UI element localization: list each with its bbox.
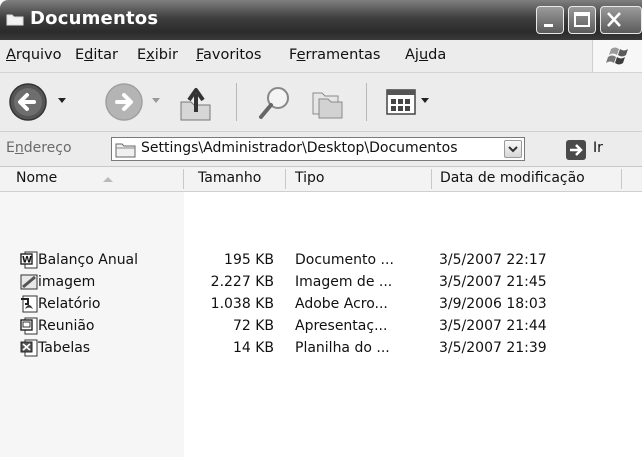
file-name: imagem (38, 274, 96, 290)
maximize-icon (574, 12, 590, 27)
file-row[interactable]: W Balanço Anual 195 KB Documento ... 3/5… (0, 250, 642, 272)
file-modified: 3/9/2006 18:03 (439, 296, 547, 312)
file-size: 72 KB (232, 318, 274, 334)
file-modified: 3/5/2007 21:45 (439, 274, 547, 290)
back-dropdown-icon[interactable] (58, 98, 68, 106)
menu-ferramentas[interactable]: Ferramentas (289, 47, 380, 63)
close-button[interactable] (600, 6, 642, 34)
list-header: Nome Tamanho Tipo Data de modificação (0, 167, 642, 192)
windows-logo (592, 40, 642, 72)
address-value: Settings\Administrador\Desktop\Documento… (141, 140, 458, 156)
file-row[interactable]: Reunião 72 KB Apresentaç... 3/5/2007 21:… (0, 316, 642, 338)
pdf-file-icon (21, 295, 38, 313)
menu-bar: Arquivo Editar Exibir Favoritos Ferramen… (0, 40, 642, 73)
menu-exibir[interactable]: Exibir (137, 47, 178, 63)
title-bar[interactable]: Documentos (0, 0, 642, 40)
minimize-button[interactable] (536, 6, 564, 34)
folder-icon (6, 14, 24, 26)
file-type: Documento ... (295, 252, 394, 268)
menu-arquivo[interactable]: Arquivo (6, 47, 62, 63)
go-button[interactable]: Ir (593, 140, 603, 156)
spreadsheet-file-icon (20, 339, 38, 357)
window-title: Documentos (30, 8, 159, 29)
folders-icon[interactable] (309, 85, 347, 121)
folder-icon (115, 143, 136, 158)
maximize-button[interactable] (568, 6, 596, 34)
column-header-modified[interactable]: Data de modificação (440, 170, 585, 186)
file-modified: 3/5/2007 21:44 (439, 318, 547, 334)
file-size: 2.227 KB (210, 274, 274, 290)
file-row[interactable]: Tabelas 14 KB Planilha do ... 3/5/2007 2… (0, 338, 642, 360)
menu-ajuda[interactable]: Ajuda (405, 47, 446, 63)
svg-text:W: W (22, 256, 32, 266)
views-dropdown-icon[interactable] (421, 98, 431, 106)
word-document-icon: W (20, 251, 38, 269)
file-type: Imagem de ... (295, 274, 393, 290)
explorer-window: Documentos Arquivo Editar Exibir Favorit… (0, 0, 642, 457)
presentation-file-icon (20, 317, 38, 335)
address-bar: Endereço Settings\Administrador\Desktop\… (0, 132, 642, 167)
address-label: Endereço (6, 140, 72, 156)
file-name: Relatório (38, 296, 101, 312)
forward-arrow-icon[interactable] (104, 82, 146, 124)
file-name: Reunião (38, 318, 95, 334)
file-size: 1.038 KB (210, 296, 274, 312)
views-icon[interactable] (386, 87, 418, 117)
file-row[interactable]: Relatório 1.038 KB Adobe Acro... 3/9/200… (0, 294, 642, 316)
file-list: Nome Tamanho Tipo Data de modificação W … (0, 167, 642, 457)
windows-flag-icon (606, 47, 628, 65)
go-arrow-icon[interactable] (566, 140, 586, 160)
file-type: Apresentaç... (295, 318, 388, 334)
address-dropdown-button[interactable] (504, 140, 522, 158)
back-arrow-icon[interactable] (8, 82, 50, 124)
file-name: Balanço Anual (38, 252, 139, 268)
file-size: 14 KB (232, 340, 274, 356)
file-size: 195 KB (224, 252, 274, 268)
standard-toolbar (0, 73, 642, 132)
file-name: Tabelas (38, 340, 91, 356)
search-icon[interactable] (256, 84, 294, 122)
forward-dropdown-icon[interactable] (152, 98, 162, 106)
minimize-icon (544, 24, 553, 27)
file-row[interactable]: imagem 2.227 KB Imagem de ... 3/5/2007 2… (0, 272, 642, 294)
file-modified: 3/5/2007 21:39 (439, 340, 547, 356)
column-header-name[interactable]: Nome (16, 170, 57, 186)
menu-favoritos[interactable]: Favoritos (196, 47, 261, 63)
column-header-size[interactable]: Tamanho (198, 170, 261, 186)
sort-ascending-icon (103, 177, 113, 182)
file-type: Planilha do ... (295, 340, 390, 356)
close-icon (607, 12, 621, 27)
address-input[interactable]: Settings\Administrador\Desktop\Documento… (111, 137, 525, 161)
file-type: Adobe Acro... (295, 296, 388, 312)
image-file-icon (20, 274, 38, 290)
column-header-type[interactable]: Tipo (295, 170, 324, 186)
menu-editar[interactable]: Editar (75, 47, 118, 63)
up-folder-icon[interactable] (177, 82, 217, 124)
file-modified: 3/5/2007 22:17 (439, 252, 547, 268)
chevron-down-icon (508, 146, 518, 153)
